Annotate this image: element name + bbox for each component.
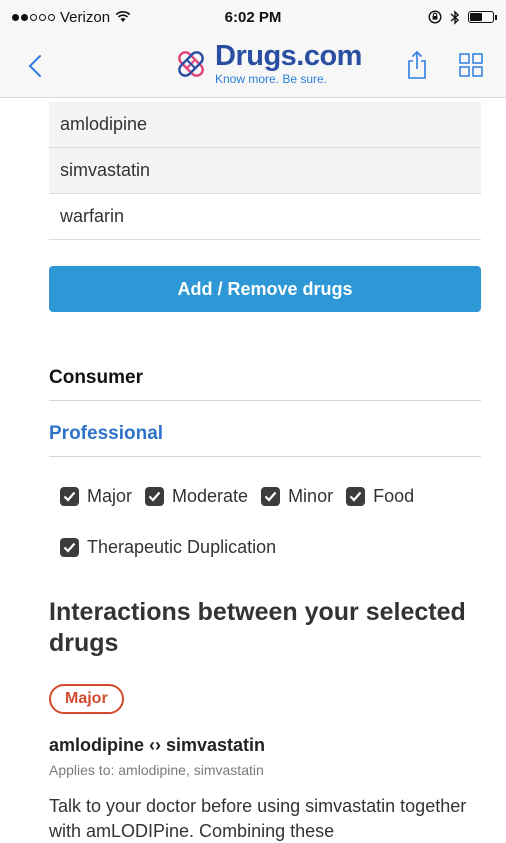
back-button[interactable]: [28, 44, 58, 88]
logo-title: Drugs.com: [215, 40, 362, 72]
filter-label: Therapeutic Duplication: [87, 536, 277, 557]
checkbox-checked-icon[interactable]: [60, 486, 79, 506]
checkbox-checked-icon[interactable]: [145, 486, 165, 506]
status-left: Verizon: [12, 9, 131, 26]
drug-name: simvastatin: [60, 160, 151, 180]
share-button[interactable]: [404, 50, 430, 80]
signal-strength-icon: [12, 13, 55, 21]
filter-moderate[interactable]: Moderate: [145, 486, 248, 507]
filter-row: Major Moderate Minor Food: [60, 483, 500, 509]
drug-name: warfarin: [60, 206, 125, 226]
filter-label: Moderate: [172, 485, 249, 506]
interaction-description: Talk to your doctor before using simvast…: [49, 796, 467, 841]
grid-icon: [459, 53, 483, 77]
nav-bar: Drugs.com Know more. Be sure.: [0, 34, 506, 98]
interactions-heading: Interactions between your selected drugs: [49, 598, 466, 657]
checkbox-checked-icon[interactable]: [346, 486, 366, 506]
menu-grid-button[interactable]: [458, 52, 484, 78]
selected-drug-list: amlodipine simvastatin warfarin: [49, 102, 481, 240]
severity-filters: Major Moderate Minor Food Therapeutic Du…: [60, 483, 500, 585]
wifi-icon: [115, 11, 131, 22]
drug-name: amlodipine: [60, 114, 148, 134]
checkbox-checked-icon[interactable]: [60, 537, 79, 557]
checkbox-checked-icon[interactable]: [261, 486, 281, 506]
share-icon: [408, 50, 426, 79]
filter-label: Food: [373, 485, 415, 506]
logo-text: Drugs.com Know more. Be sure.: [215, 40, 362, 86]
status-bar: Verizon 6:02 PM: [0, 0, 506, 34]
logo-tagline: Know more. Be sure.: [215, 72, 328, 86]
drugs-com-logo[interactable]: Drugs.com Know more. Be sure.: [173, 42, 362, 85]
interaction-pair-title: amlodipine ‹› simvastatin: [49, 735, 266, 755]
filter-major[interactable]: Major: [60, 486, 132, 507]
filter-minor[interactable]: Minor: [261, 486, 333, 507]
drug-list-item[interactable]: warfarin: [49, 194, 481, 240]
filter-therapeutic-duplication[interactable]: Therapeutic Duplication: [60, 537, 276, 558]
bluetooth-icon: [450, 9, 460, 25]
carrier-label: Verizon: [60, 8, 111, 26]
drug-list-item[interactable]: simvastatin: [49, 148, 481, 194]
filter-label: Major: [87, 485, 133, 506]
battery-icon: [468, 11, 497, 23]
filter-label: Minor: [288, 485, 334, 506]
chevron-left-icon: [28, 55, 41, 77]
capsules-logo-icon: [178, 50, 204, 77]
orientation-lock-icon: [428, 10, 442, 24]
interaction-applies-to: Applies to: amlodipine, simvastatin: [49, 762, 264, 778]
add-remove-drugs-button[interactable]: Add / Remove drugs: [49, 266, 481, 312]
tab-professional[interactable]: Professional: [49, 412, 481, 457]
drug-list-item[interactable]: amlodipine: [49, 102, 481, 148]
tab-consumer[interactable]: Consumer: [49, 356, 481, 401]
filter-food[interactable]: Food: [346, 486, 414, 507]
severity-badge-major: Major: [49, 684, 124, 714]
status-right: [428, 9, 497, 25]
filter-row: Therapeutic Duplication: [60, 534, 500, 560]
